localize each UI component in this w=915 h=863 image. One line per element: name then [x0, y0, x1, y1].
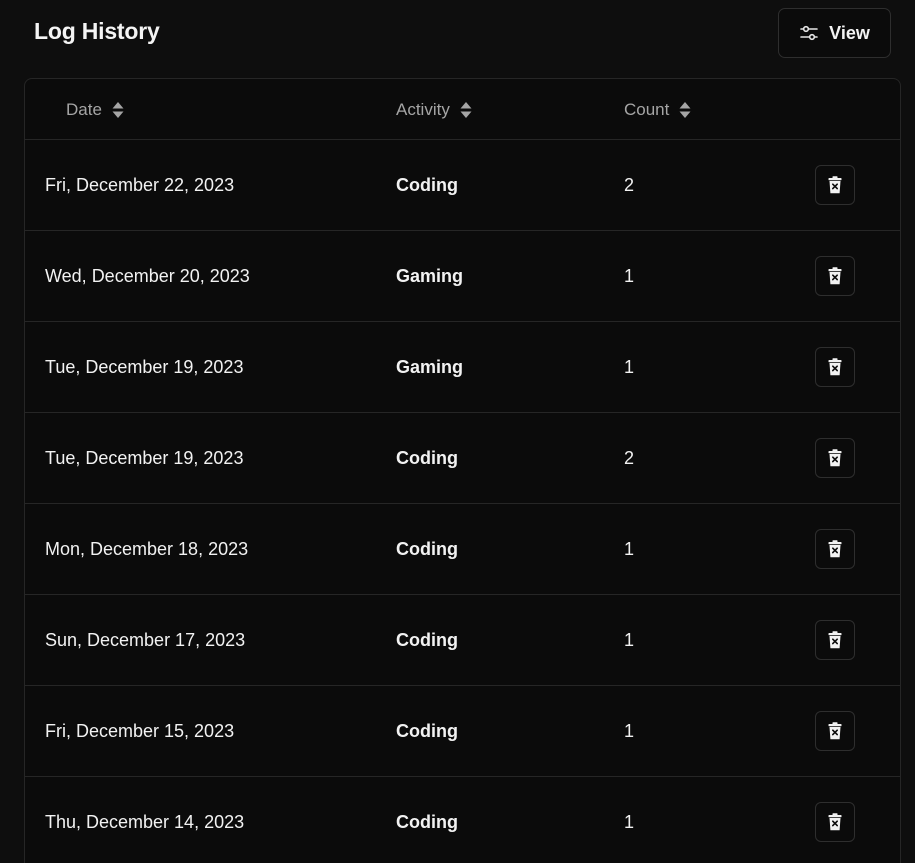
- table-row: Mon, December 18, 2023 Coding 1: [25, 504, 900, 595]
- table-row: Wed, December 20, 2023 Gaming 1: [25, 231, 900, 322]
- row-count: 1: [624, 265, 635, 286]
- column-header-date-label: Date: [66, 99, 102, 119]
- row-activity: Coding: [396, 811, 458, 832]
- column-header-activity[interactable]: Activity: [396, 79, 472, 140]
- row-count: 1: [624, 629, 635, 650]
- trash-x-icon: [828, 540, 842, 558]
- delete-row-button[interactable]: [815, 529, 855, 569]
- sort-updown-icon: [460, 101, 472, 119]
- row-activity: Coding: [396, 720, 458, 741]
- row-activity: Coding: [396, 538, 458, 559]
- trash-x-icon: [828, 176, 842, 194]
- delete-row-button[interactable]: [815, 347, 855, 387]
- row-date: Fri, December 15, 2023: [45, 720, 235, 741]
- sliders-icon: [799, 23, 819, 43]
- row-activity: Gaming: [396, 356, 464, 377]
- row-activity: Coding: [396, 447, 458, 468]
- table-row: Tue, December 19, 2023 Coding 2: [25, 413, 900, 504]
- delete-row-button[interactable]: [815, 165, 855, 205]
- sort-updown-icon: [112, 101, 124, 119]
- column-header-date[interactable]: Date: [66, 79, 124, 140]
- page-title: Log History: [34, 18, 160, 44]
- delete-row-button[interactable]: [815, 438, 855, 478]
- column-header-count-label: Count: [624, 99, 670, 119]
- delete-row-button[interactable]: [815, 256, 855, 296]
- row-date: Sun, December 17, 2023: [45, 629, 246, 650]
- delete-row-button[interactable]: [815, 620, 855, 660]
- row-activity: Coding: [396, 629, 458, 650]
- row-count: 1: [624, 811, 635, 832]
- trash-x-icon: [828, 267, 842, 285]
- table-body: Fri, December 22, 2023 Coding 2 Wed, Dec…: [25, 140, 900, 863]
- table-row: Tue, December 19, 2023 Gaming 1: [25, 322, 900, 413]
- log-table: Date Activity Count Fri, December 22, 20…: [24, 78, 901, 863]
- trash-x-icon: [828, 722, 842, 740]
- trash-x-icon: [828, 813, 842, 831]
- sort-updown-icon: [679, 101, 691, 119]
- trash-x-icon: [828, 449, 842, 467]
- table-row: Fri, December 15, 2023 Coding 1: [25, 686, 900, 777]
- row-count: 1: [624, 356, 635, 377]
- row-date: Fri, December 22, 2023: [45, 174, 235, 195]
- table-row: Sun, December 17, 2023 Coding 1: [25, 595, 900, 686]
- row-date: Tue, December 19, 2023: [45, 447, 244, 468]
- view-button-label: View: [829, 22, 870, 43]
- row-activity: Coding: [396, 174, 458, 195]
- column-header-count[interactable]: Count: [624, 79, 691, 140]
- delete-row-button[interactable]: [815, 711, 855, 751]
- row-date: Thu, December 14, 2023: [45, 811, 245, 832]
- view-button[interactable]: View: [778, 8, 891, 58]
- delete-row-button[interactable]: [815, 802, 855, 842]
- trash-x-icon: [828, 631, 842, 649]
- row-count: 2: [624, 174, 635, 195]
- column-header-activity-label: Activity: [396, 99, 450, 119]
- table-row: Thu, December 14, 2023 Coding 1: [25, 777, 900, 863]
- row-activity: Gaming: [396, 265, 464, 286]
- row-count: 1: [624, 538, 635, 559]
- table-header: Date Activity Count: [25, 79, 900, 140]
- row-count: 2: [624, 447, 635, 468]
- trash-x-icon: [828, 358, 842, 376]
- row-date: Tue, December 19, 2023: [45, 356, 244, 377]
- log-history-page: Log History View Date Activity Count Fri…: [0, 0, 915, 863]
- table-row: Fri, December 22, 2023 Coding 2: [25, 140, 900, 231]
- row-count: 1: [624, 720, 635, 741]
- row-date: Wed, December 20, 2023: [45, 265, 250, 286]
- page-header: Log History View: [0, 0, 915, 70]
- row-date: Mon, December 18, 2023: [45, 538, 249, 559]
